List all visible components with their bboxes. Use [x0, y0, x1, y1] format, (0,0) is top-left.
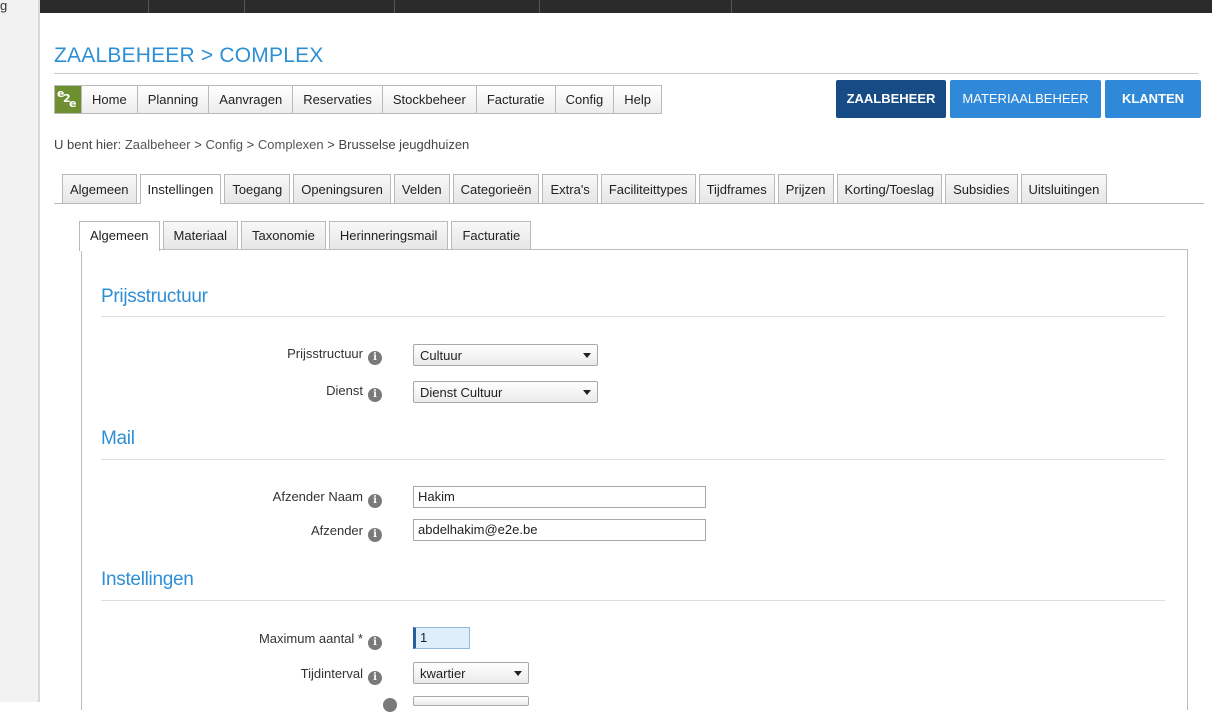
tab-korting-toeslag[interactable]: Korting/Toeslag	[836, 174, 943, 203]
afzender-naam-input[interactable]: Hakim	[413, 486, 706, 508]
tijdinterval-select[interactable]: kwartier	[413, 662, 529, 684]
page-title: ZAALBEHEER > COMPLEX	[54, 44, 324, 67]
title-divider	[54, 73, 1198, 74]
tab-uitsluitingen[interactable]: Uitsluitingen	[1020, 174, 1108, 203]
dienst-label: Dienst i	[326, 383, 382, 402]
tab-categorieen[interactable]: Categorieën	[452, 174, 540, 203]
dropdown-arrow-icon	[583, 353, 591, 358]
tab-prijzen[interactable]: Prijzen	[777, 174, 834, 203]
nav-help[interactable]: Help	[614, 86, 661, 113]
dropdown-arrow-icon	[514, 671, 522, 676]
info-icon	[383, 698, 397, 712]
afzender-label: Afzender i	[311, 523, 382, 542]
left-gutter	[0, 0, 40, 702]
tab-subsidies[interactable]: Subsidies	[945, 174, 1018, 203]
section-title-instellingen: Instellingen	[101, 569, 194, 590]
tab-tijdframes[interactable]: Tijdframes	[698, 174, 775, 203]
nav-aanvragen[interactable]: Aanvragen	[209, 86, 294, 113]
section-divider	[101, 316, 1165, 317]
breadcrumb-zaalbeheer[interactable]: Zaalbeheer	[125, 137, 191, 152]
nav-home[interactable]: Home	[82, 86, 138, 113]
info-icon[interactable]: i	[368, 494, 382, 508]
section-title-mail: Mail	[101, 428, 135, 449]
breadcrumb-current: Brusselse jeugdhuizen	[338, 137, 470, 152]
tab-algemeen[interactable]: Algemeen	[62, 174, 137, 203]
dienst-select[interactable]: Dienst Cultuur	[413, 381, 598, 403]
subtab-taxonomie[interactable]: Taxonomie	[241, 221, 326, 249]
tijdinterval-label: Tijdinterval i	[301, 666, 382, 685]
nav-planning[interactable]: Planning	[138, 86, 210, 113]
info-icon[interactable]: i	[368, 388, 382, 402]
dropdown-arrow-icon	[583, 390, 591, 395]
e2e-logo[interactable]: e2e	[55, 86, 82, 113]
info-icon[interactable]: i	[368, 528, 382, 542]
info-icon[interactable]: i	[368, 636, 382, 650]
maximum-aantal-input[interactable]: 1	[413, 627, 470, 649]
top-menu-bar	[40, 0, 1212, 13]
afzender-naam-label: Afzender Naam i	[273, 489, 382, 508]
subtab-materiaal[interactable]: Materiaal	[162, 221, 239, 249]
breadcrumb-separator: >	[194, 137, 202, 152]
subtab-herinneringsmail[interactable]: Herinneringsmail	[328, 221, 449, 249]
main-nav: e2e Home Planning Aanvragen Reservaties …	[54, 85, 662, 114]
tab-velden[interactable]: Velden	[393, 174, 450, 203]
section-title-prijsstructuur: Prijsstructuur	[101, 286, 208, 307]
nav-facturatie[interactable]: Facturatie	[477, 86, 556, 113]
afzender-email-input[interactable]: abdelhakim@e2e.be	[413, 519, 706, 541]
tab-faciliteittypes[interactable]: Faciliteittypes	[600, 174, 696, 203]
subtab-algemeen[interactable]: Algemeen	[79, 221, 160, 251]
breadcrumb-prefix: U bent hier:	[54, 137, 122, 152]
tab-toegang[interactable]: Toegang	[224, 174, 291, 203]
subtab-facturatie[interactable]: Facturatie	[451, 221, 532, 249]
zaalbeheer-button[interactable]: ZAALBEHEER	[836, 80, 946, 118]
breadcrumb-config[interactable]: Config	[205, 137, 243, 152]
tab-extras[interactable]: Extra's	[542, 174, 598, 203]
section-divider	[101, 459, 1165, 460]
corner-text: g	[0, 0, 8, 13]
breadcrumb: U bent hier: Zaalbeheer > Config > Compl…	[54, 137, 469, 152]
nav-stockbeheer[interactable]: Stockbeheer	[383, 86, 477, 113]
maximum-aantal-label: Maximum aantal * i	[259, 631, 382, 650]
settings-panel	[81, 249, 1188, 710]
prijsstructuur-label: Prijsstructuur i	[287, 346, 382, 365]
main-tabs: Algemeen Instellingen Toegang Openingsur…	[62, 174, 1110, 204]
breadcrumb-separator: >	[327, 137, 335, 152]
nav-reservaties[interactable]: Reservaties	[293, 86, 383, 113]
breadcrumb-complexen[interactable]: Complexen	[258, 137, 324, 152]
prijsstructuur-select[interactable]: Cultuur	[413, 344, 598, 366]
tab-openingsuren[interactable]: Openingsuren	[293, 174, 391, 203]
nav-config[interactable]: Config	[556, 86, 615, 113]
materiaalbeheer-button[interactable]: MATERIAALBEHEER	[950, 80, 1101, 118]
breadcrumb-separator: >	[246, 137, 255, 152]
sub-tabs: Algemeen Materiaal Taxonomie Herinnering…	[79, 221, 534, 251]
info-icon[interactable]: i	[368, 671, 382, 685]
left-divider	[38, 0, 40, 702]
section-divider	[101, 600, 1165, 601]
tab-instellingen[interactable]: Instellingen	[139, 174, 222, 204]
next-select-partial[interactable]	[413, 696, 529, 706]
info-icon[interactable]: i	[368, 351, 382, 365]
klanten-button[interactable]: KLANTEN	[1105, 80, 1201, 118]
